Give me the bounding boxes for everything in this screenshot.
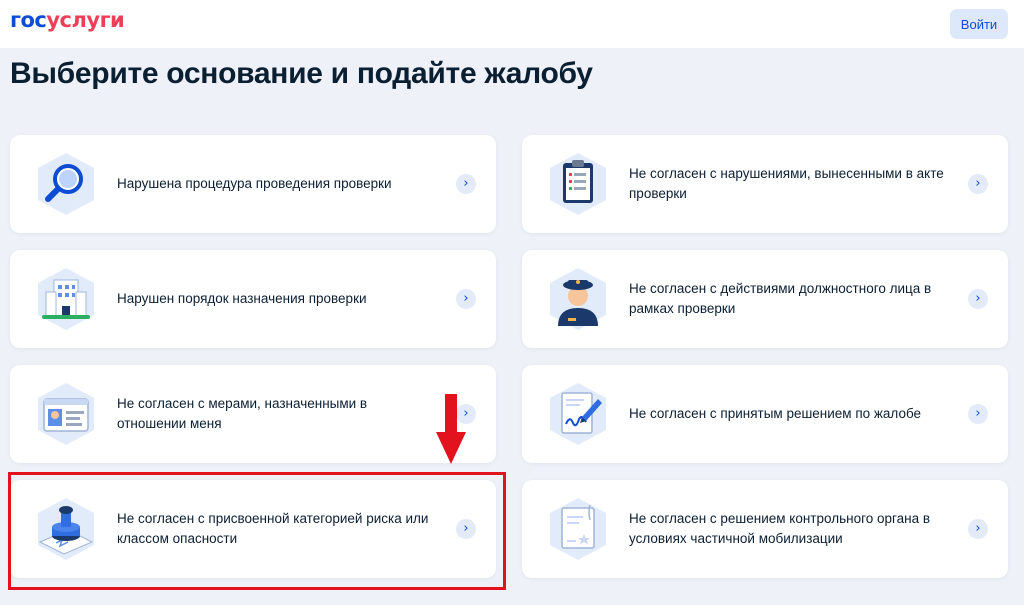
magnifier-icon bbox=[38, 153, 94, 215]
page-title: Выберите основание и подайте жалобу bbox=[10, 57, 593, 90]
gosuslugi-logo[interactable]: госуслуги bbox=[10, 7, 125, 33]
card-label: Не согласен с нарушениями, вынесенными в… bbox=[629, 166, 944, 201]
signed-document-icon bbox=[550, 383, 606, 445]
complaint-card-assignment-order[interactable]: Нарушен порядок назначения проверки › bbox=[10, 250, 496, 348]
card-label: Нарушен порядок назначения проверки bbox=[117, 291, 367, 306]
clipboard-icon bbox=[550, 153, 606, 215]
card-label: Не согласен с решением контрольного орга… bbox=[629, 511, 931, 546]
officer-icon bbox=[550, 268, 606, 330]
chevron-right-icon[interactable]: › bbox=[456, 289, 476, 309]
complaint-card-complaint-decision[interactable]: Не согласен с принятым решением по жалоб… bbox=[522, 365, 1008, 463]
chevron-right-icon[interactable]: › bbox=[968, 519, 988, 539]
card-label: Не согласен с мерами, назначенными в отн… bbox=[117, 396, 368, 431]
top-bar: госуслуги Войти bbox=[0, 0, 1024, 48]
login-button[interactable]: Войти bbox=[950, 9, 1008, 39]
complaint-card-measures[interactable]: Не согласен с мерами, назначенными в отн… bbox=[10, 365, 496, 463]
logo-part-2: услуги bbox=[46, 8, 125, 32]
logo-part-1: гос bbox=[10, 8, 47, 32]
red-down-arrow-icon bbox=[436, 394, 466, 464]
card-label: Не согласен с действиями должностного ли… bbox=[629, 281, 932, 316]
complaint-card-official-actions[interactable]: Не согласен с действиями должностного ли… bbox=[522, 250, 1008, 348]
card-label: Нарушена процедура проведения проверки bbox=[117, 176, 392, 191]
chevron-right-icon[interactable]: › bbox=[968, 174, 988, 194]
chevron-right-icon[interactable]: › bbox=[968, 289, 988, 309]
card-label: Не согласен с принятым решением по жалоб… bbox=[629, 406, 922, 421]
chevron-right-icon[interactable]: › bbox=[968, 404, 988, 424]
building-icon bbox=[38, 268, 94, 330]
red-highlight-frame bbox=[8, 472, 506, 590]
certificate-icon bbox=[550, 498, 606, 560]
complaint-card-mobilization[interactable]: Не согласен с решением контрольного орга… bbox=[522, 480, 1008, 578]
id-card-icon bbox=[38, 383, 94, 445]
chevron-right-icon[interactable]: › bbox=[456, 174, 476, 194]
complaint-card-procedure-violated[interactable]: Нарушена процедура проведения проверки › bbox=[10, 135, 496, 233]
complaint-card-inspection-act[interactable]: Не согласен с нарушениями, вынесенными в… bbox=[522, 135, 1008, 233]
